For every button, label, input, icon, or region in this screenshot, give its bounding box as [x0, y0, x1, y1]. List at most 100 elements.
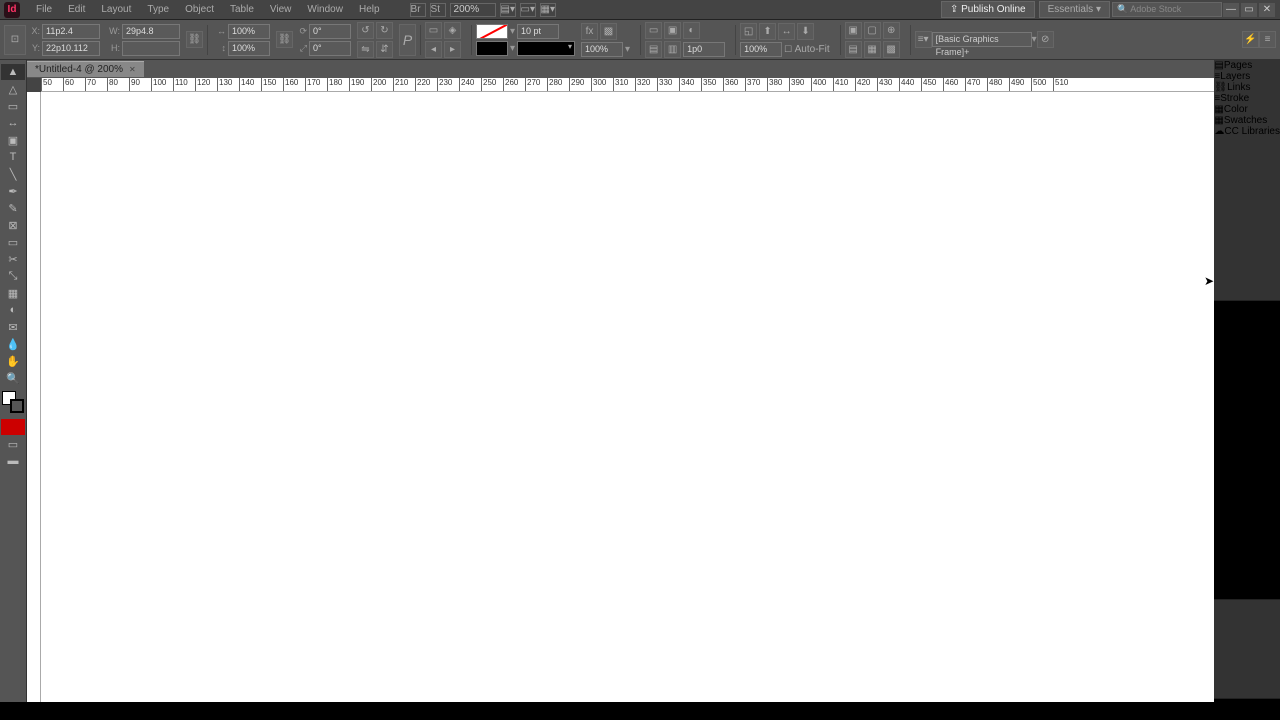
wrap-column-icon[interactable]: ▥ [664, 41, 681, 58]
scale-y-field[interactable]: 100% [228, 41, 270, 56]
horizontal-ruler[interactable]: 5060708090100110120130140150160170180190… [41, 78, 1214, 92]
close-icon[interactable]: ✕ [1259, 3, 1275, 17]
x-field[interactable]: 11p2.4 [42, 24, 100, 39]
fit-content-icon[interactable]: ▣ [845, 22, 862, 39]
wrap-jump-icon[interactable]: ▤ [645, 41, 662, 58]
pen-tool[interactable]: ✒ [1, 183, 25, 199]
fit-prop-icon[interactable]: ▤ [845, 41, 862, 58]
scissors-tool[interactable]: ✂ [1, 251, 25, 267]
constrain-scale-icon[interactable]: ⛓ [276, 31, 293, 48]
panel-stroke[interactable]: ≡Stroke [1214, 93, 1280, 104]
drop-shadow-icon[interactable]: ▩ [600, 23, 617, 40]
close-tab-icon[interactable]: ✕ [129, 65, 136, 74]
apply-color[interactable] [1, 419, 25, 435]
gap-tool[interactable]: ↔ [1, 115, 25, 131]
menu-window[interactable]: Window [299, 1, 351, 18]
menu-table[interactable]: Table [222, 1, 262, 18]
view-mode-preview[interactable]: ▬ [1, 453, 25, 469]
view-options-icon[interactable]: ▤▾ [500, 3, 516, 17]
fit-frame-icon[interactable]: ▢ [864, 22, 881, 39]
wrap-shape-icon[interactable]: ◐ [683, 22, 700, 39]
stroke-weight-field[interactable]: 10 pt [517, 24, 559, 39]
stroke-type-field[interactable] [517, 41, 575, 56]
gradient-swatch-tool[interactable]: ▦ [1, 285, 25, 301]
rotate-field[interactable]: 0° [309, 24, 351, 39]
gradient-feather-tool[interactable]: ◐ [1, 302, 25, 318]
rectangle-frame-tool[interactable]: ⊠ [1, 217, 25, 233]
maximize-icon[interactable]: ▭ [1241, 3, 1257, 17]
publish-online-button[interactable]: ⇪ Publish Online [941, 1, 1035, 18]
minimize-icon[interactable]: — [1223, 3, 1239, 17]
panel-cc-libraries[interactable]: ☁CC Libraries [1214, 126, 1280, 137]
menu-edit[interactable]: Edit [60, 1, 93, 18]
menu-view[interactable]: View [262, 1, 300, 18]
zoom-field[interactable]: 200% [450, 3, 496, 17]
pencil-tool[interactable]: ✎ [1, 200, 25, 216]
flip-v-icon[interactable]: ⇵ [376, 41, 393, 58]
scale-x-field[interactable]: 100% [228, 24, 270, 39]
align-h-icon[interactable]: ↔ [778, 23, 795, 40]
clear-override-icon[interactable]: ⊘ [1037, 31, 1054, 48]
view-mode-normal[interactable]: ▭ [1, 436, 25, 452]
screen-mode-icon[interactable]: ▭▾ [520, 3, 536, 17]
flip-h-icon[interactable]: ⇋ [357, 41, 374, 58]
vertical-ruler[interactable] [27, 92, 41, 702]
type-tool[interactable]: T [1, 149, 25, 165]
doc-tab[interactable]: *Untitled-4 @ 200%✕ [27, 61, 144, 77]
eyedropper-tool[interactable]: 💧 [1, 336, 25, 352]
stock-icon[interactable]: St [430, 3, 446, 17]
panel-swatches[interactable]: ▦Swatches [1214, 115, 1280, 126]
menu-file[interactable]: File [28, 1, 60, 18]
autofit-checkbox[interactable]: ☐ Auto-Fit [784, 44, 830, 55]
center-content-icon[interactable]: ⊕ [883, 22, 900, 39]
rotate-cw-icon[interactable]: ↻ [376, 22, 393, 39]
menu-help[interactable]: Help [351, 1, 388, 18]
workspace-switcher[interactable]: Essentials ▾ [1039, 1, 1110, 18]
stroke-swatch[interactable] [476, 41, 508, 56]
content-collector-tool[interactable]: ▣ [1, 132, 25, 148]
page-tool[interactable]: ▭ [1, 98, 25, 114]
menu-layout[interactable]: Layout [93, 1, 139, 18]
adobe-stock-search[interactable]: 🔍 Adobe Stock [1112, 2, 1222, 17]
menu-object[interactable]: Object [177, 1, 222, 18]
direct-selection-tool[interactable]: △ [1, 81, 25, 97]
note-tool[interactable]: ✉ [1, 319, 25, 335]
align-panel-icon[interactable]: ≡▾ [915, 31, 932, 48]
clear-transform-icon[interactable]: P [399, 24, 416, 56]
arrange-icon[interactable]: ▦▾ [540, 3, 556, 17]
gpu-icon[interactable]: ⚡ [1242, 31, 1259, 48]
fill-stroke-proxy[interactable] [2, 391, 24, 413]
h-field[interactable] [122, 41, 180, 56]
select-next-icon[interactable]: ▸ [444, 41, 461, 58]
fill-prop-icon[interactable]: ▦ [864, 41, 881, 58]
frame-fit-options-icon[interactable]: ▩ [883, 41, 900, 58]
wrap-none-icon[interactable]: ▭ [645, 22, 662, 39]
selection-tool[interactable]: ▲ [1, 64, 25, 80]
line-tool[interactable]: ╲ [1, 166, 25, 182]
constrain-icon[interactable]: ⛓ [186, 31, 203, 48]
wrap-bbox-icon[interactable]: ▣ [664, 22, 681, 39]
y-field[interactable]: 22p10.112 [42, 41, 100, 56]
panel-pages[interactable]: ▤Pages [1214, 60, 1280, 71]
control-menu-icon[interactable]: ≡ [1259, 31, 1276, 48]
w-field[interactable]: 29p4.8 [122, 24, 180, 39]
align-top-icon[interactable]: ⬆ [759, 23, 776, 40]
hand-tool[interactable]: ✋ [1, 353, 25, 369]
canvas[interactable] [41, 92, 1214, 702]
select-container-icon[interactable]: ▭ [425, 22, 442, 39]
align-bottom-icon[interactable]: ⬇ [797, 23, 814, 40]
panel-layers[interactable]: ≡Layers [1214, 71, 1280, 82]
ref-point-icon[interactable]: ⊡ [4, 25, 26, 55]
select-prev-icon[interactable]: ◂ [425, 41, 442, 58]
rectangle-tool[interactable]: ▭ [1, 234, 25, 250]
select-content-icon[interactable]: ◈ [444, 22, 461, 39]
object-style-field[interactable]: [Basic Graphics Frame]+ [932, 32, 1032, 47]
shear-field[interactable]: 0° [309, 41, 351, 56]
panel-color[interactable]: ▦Color [1214, 104, 1280, 115]
opacity-field[interactable]: 100% [581, 42, 623, 57]
free-transform-tool[interactable]: ⤡ [1, 268, 25, 284]
zoom-tool[interactable]: 🔍 [1, 370, 25, 386]
fit-pct-field[interactable]: 100% [740, 42, 782, 57]
corner-options-icon[interactable]: ◱ [740, 23, 757, 40]
bridge-icon[interactable]: Br [410, 3, 426, 17]
